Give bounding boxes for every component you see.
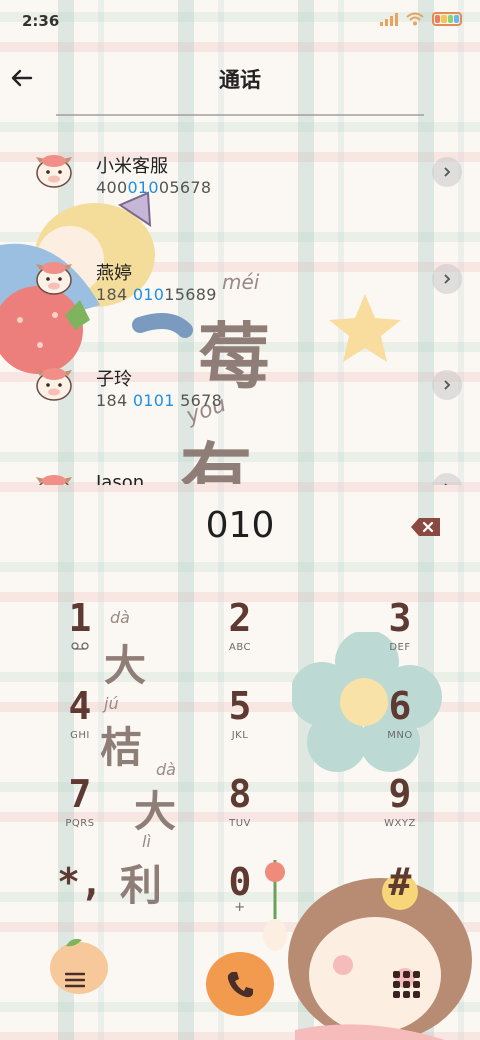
key-1[interactable]: 1 <box>20 596 140 676</box>
key-star[interactable]: *, <box>20 860 140 940</box>
key-digit: 0 <box>228 860 252 904</box>
contact-name: 子玲 <box>96 369 132 390</box>
contact-row[interactable]: 小米客服 40001005678 <box>0 135 480 235</box>
back-arrow-icon[interactable] <box>6 62 38 94</box>
contact-number: 184 01015689 <box>96 285 217 304</box>
key-digit: 8 <box>228 772 252 816</box>
phone-icon <box>227 972 253 998</box>
key-3[interactable]: 3 DEF <box>340 596 460 676</box>
battery-icon <box>432 12 462 26</box>
number-match-highlight: 010 <box>127 178 159 197</box>
key-digit: # <box>388 860 412 904</box>
leaf-icon <box>66 938 82 947</box>
contact-name: Jason <box>96 472 145 485</box>
contact-row[interactable]: 子玲 184 0101 5678 <box>0 348 480 448</box>
status-time: 2:36 <box>22 12 60 30</box>
menu-icon <box>65 972 85 988</box>
dialpad-toggle-icon[interactable] <box>390 968 424 1002</box>
signal-icon <box>380 12 398 26</box>
key-digit: 1 <box>68 596 92 640</box>
contact-row[interactable]: Jason <box>0 455 480 485</box>
contact-name: 小米客服 <box>96 156 168 177</box>
title-divider <box>56 114 424 116</box>
decoration-char-da2: 大 <box>134 787 177 836</box>
key-digit: 5 <box>228 684 252 728</box>
cow-avatar-icon <box>36 262 72 295</box>
dialed-number-display: 010 <box>205 505 275 546</box>
contact-detail-button[interactable] <box>432 473 462 485</box>
key-digit: 9 <box>388 772 412 816</box>
backspace-icon[interactable] <box>410 516 442 538</box>
key-8[interactable]: 8 TUV <box>180 772 300 852</box>
cow-avatar-icon <box>36 475 72 485</box>
call-button[interactable] <box>206 952 274 1016</box>
number-match-highlight: 0101 <box>132 391 175 410</box>
page-title: 通话 <box>219 68 261 92</box>
decoration-pinyin-da2: dà <box>156 760 176 779</box>
cow-avatar-icon <box>36 368 72 401</box>
contact-list: 小米客服 40001005678 燕婷 184 01015689 子玲 184 … <box>0 130 480 485</box>
chevron-right-icon <box>444 167 451 177</box>
key-letters: DEF <box>389 642 411 653</box>
key-letters: ABC <box>228 642 251 653</box>
number-match-highlight: 010 <box>132 285 165 304</box>
menu-button[interactable] <box>50 938 108 994</box>
contact-name: 燕婷 <box>96 263 132 284</box>
chevron-right-icon <box>444 483 448 485</box>
contact-row[interactable]: 燕婷 184 01015689 <box>0 242 480 342</box>
key-4[interactable]: 4 GHI <box>20 684 140 764</box>
status-bar: 2:36 <box>0 0 480 44</box>
voicemail-icon <box>71 642 89 650</box>
status-icons <box>380 12 462 26</box>
key-letters: JKL <box>231 730 249 741</box>
contact-number: 184 0101 5678 <box>96 391 223 410</box>
key-letters: TUV <box>229 818 251 829</box>
key-digit: 6 <box>388 684 412 728</box>
key-letters: WXYZ <box>384 818 416 829</box>
key-7[interactable]: 7 PQRS <box>20 772 140 852</box>
key-digit: 2 <box>228 596 252 640</box>
chevron-right-icon <box>444 380 451 390</box>
wifi-icon <box>406 12 424 26</box>
key-letters: GHI <box>70 730 90 741</box>
key-digit: 3 <box>388 596 412 640</box>
cow-avatar-icon <box>36 155 72 188</box>
key-5[interactable]: 5 JKL <box>180 684 300 764</box>
key-digit: 4 <box>68 684 92 728</box>
key-6[interactable]: 6 MNO <box>340 684 460 764</box>
contact-detail-button[interactable] <box>432 264 462 294</box>
chevron-right-icon <box>444 274 451 284</box>
key-letters: + <box>234 900 246 915</box>
key-9[interactable]: 9 WXYZ <box>340 772 460 852</box>
contact-detail-button[interactable] <box>432 157 462 187</box>
key-letters: MNO <box>387 730 413 741</box>
contact-detail-button[interactable] <box>432 370 462 400</box>
key-2[interactable]: 2 ABC <box>180 596 300 676</box>
decoration-pinyin-li: lì <box>142 832 151 851</box>
key-0[interactable]: 0 + <box>180 860 300 940</box>
contact-number: 40001005678 <box>96 178 212 197</box>
key-hash[interactable]: # <box>340 860 460 940</box>
key-letters: PQRS <box>65 818 95 829</box>
key-digit: 7 <box>68 772 92 816</box>
key-digit: *, <box>57 860 103 904</box>
